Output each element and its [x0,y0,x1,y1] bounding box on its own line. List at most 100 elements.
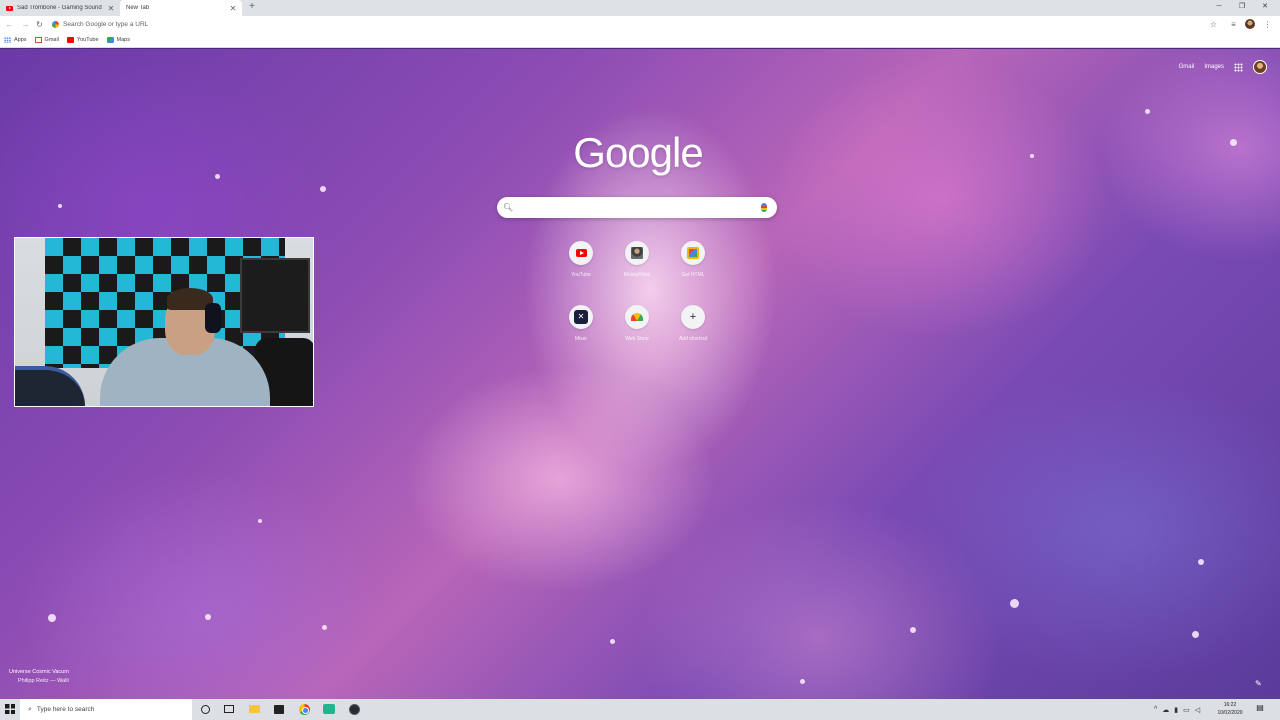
shortcut-label: Mixer [574,336,588,342]
media-icon[interactable]: ≡ [1228,19,1239,30]
microphone-arm [15,366,85,406]
gmail-link[interactable]: Gmail [1179,64,1195,70]
notification-icon[interactable]: ▤ [1254,703,1266,715]
store-button[interactable] [272,702,286,716]
taskbar-clock[interactable]: 16:22 10/02/2020 [1212,701,1248,717]
shortcut-web-store[interactable]: Web Store [609,301,665,361]
bookmark-gmail[interactable]: Gmail [34,37,59,43]
close-icon[interactable]: ✕ [228,4,238,13]
shortcut-label: Get HTML [681,272,705,278]
background-sparkle [322,625,327,630]
tab-title: New Tab [126,5,150,11]
microphone-icon[interactable] [761,203,767,212]
network-icon[interactable]: ▭ [1183,706,1190,714]
shortcut-label: Add shortcut [678,336,708,342]
shortcut-icon-circle [681,241,705,265]
task-view-icon [224,705,234,713]
apps-grid-icon[interactable] [1234,62,1243,72]
restore-icon[interactable]: ❐ [1231,0,1253,14]
shortcut-label: Web Store [625,336,649,342]
reload-icon[interactable]: ↻ [34,19,45,30]
cloud-icon[interactable]: ☁ [1162,706,1169,714]
background-sparkle [800,679,805,684]
shortcut-get-html[interactable]: Get HTML [665,237,721,297]
profile-avatar[interactable] [1245,19,1255,29]
shortcut-moistyfilms[interactable]: MoistyFilms [609,237,665,297]
shortcut-add[interactable]: + Add shortcut [665,301,721,361]
tab-new-tab[interactable]: New Tab ✕ [120,0,242,16]
shortcut-label: MoistyFilms [623,272,651,278]
new-tab-page: Gmail Images Google 🔍︎ YouTube MoistyFil… [0,49,1280,699]
background-sparkle [610,639,615,644]
bookmark-label: Maps [116,37,130,43]
background-sparkle [1230,139,1237,146]
new-tab-plus-icon[interactable]: + [246,1,258,13]
shortcut-youtube[interactable]: YouTube [553,237,609,297]
customize-pencil-icon[interactable]: ✎ [1255,679,1265,689]
background-credit[interactable]: Universe Cosmic Vacum Philipp Reitz — Wa… [9,668,69,686]
browser-toolbar: ← → ↻ Search Google or type a URL ☆ ≡ ⋮ [0,16,1280,33]
task-view-button[interactable] [222,702,236,716]
search-box[interactable]: 🔍︎ [497,197,777,218]
chrome-button[interactable] [297,702,311,716]
system-tray: ^ ☁ ▮ ▭ ◁ [1154,699,1205,720]
bookmark-label: Gmail [44,37,59,43]
youtube-icon [6,5,13,11]
search-input[interactable] [519,203,761,212]
shortcut-mixer[interactable]: ✕ Mixer [553,301,609,361]
mic-tray-icon[interactable]: ▮ [1174,706,1178,714]
bookmark-maps[interactable]: Maps [106,37,130,43]
mixer-icon: ✕ [574,310,588,324]
tab-sad-trombone[interactable]: Sad Trombone - Gaming Sound ✕ [0,0,120,16]
background-sparkle [910,627,916,633]
background-sparkle [48,614,56,622]
forward-arrow-icon[interactable]: → [20,19,31,30]
cortana-icon [200,704,210,714]
window-close-icon[interactable]: ✕ [1254,0,1276,14]
folder-icon [248,705,260,713]
account-avatar[interactable] [1253,60,1267,74]
youtube-icon [66,37,74,43]
file-explorer-button[interactable] [247,702,261,716]
headset [205,303,221,333]
bookmark-star-icon[interactable]: ☆ [1208,19,1219,30]
shortcut-icon-circle: ✕ [569,305,593,329]
background-sparkle [320,186,326,192]
gmail-icon [34,37,42,43]
background-sparkle [58,204,62,208]
address-bar[interactable]: Search Google or type a URL [52,18,1224,31]
green-app-button[interactable] [322,702,336,716]
back-arrow-icon[interactable]: ← [4,19,15,30]
windows-start-icon[interactable] [5,704,15,714]
bookmark-label: YouTube [76,37,99,43]
app-icon [323,704,335,714]
shortcut-icon-circle [625,241,649,265]
windows-taskbar: ⌕ Type here to search ^ ☁ ▮ ▭ ◁ 16:22 10… [0,699,1280,720]
clock-time: 16:22 [1223,702,1237,708]
menu-kebab-icon[interactable]: ⋮ [1262,19,1273,30]
cortana-button[interactable] [198,702,212,716]
shortcut-icon-circle [569,241,593,265]
minimize-icon[interactable]: ─ [1208,0,1230,14]
close-icon[interactable]: ✕ [106,4,116,13]
bookmark-apps[interactable]: Apps [4,37,27,43]
taskbar-search-placeholder: Type here to search [36,706,95,713]
background-sparkle [215,174,220,179]
plus-icon: + [689,310,697,323]
obs-icon [348,703,360,715]
web-store-icon [631,313,643,321]
obs-button[interactable] [347,702,361,716]
background-sparkle [258,519,262,523]
background-sparkle [1192,631,1199,638]
images-link[interactable]: Images [1204,64,1224,70]
search-icon: ⌕ [28,705,32,713]
shortcut-label: YouTube [571,272,591,278]
shortcut-icon-circle [625,305,649,329]
chevron-up-icon[interactable]: ^ [1154,706,1157,713]
maps-icon [106,37,114,43]
taskbar-search[interactable]: ⌕ Type here to search [20,699,192,720]
volume-icon[interactable]: ◁ [1195,706,1200,714]
bookmark-youtube[interactable]: YouTube [66,37,99,43]
tab-title: Sad Trombone - Gaming Sound [17,5,102,11]
background-sparkle [1030,154,1034,158]
